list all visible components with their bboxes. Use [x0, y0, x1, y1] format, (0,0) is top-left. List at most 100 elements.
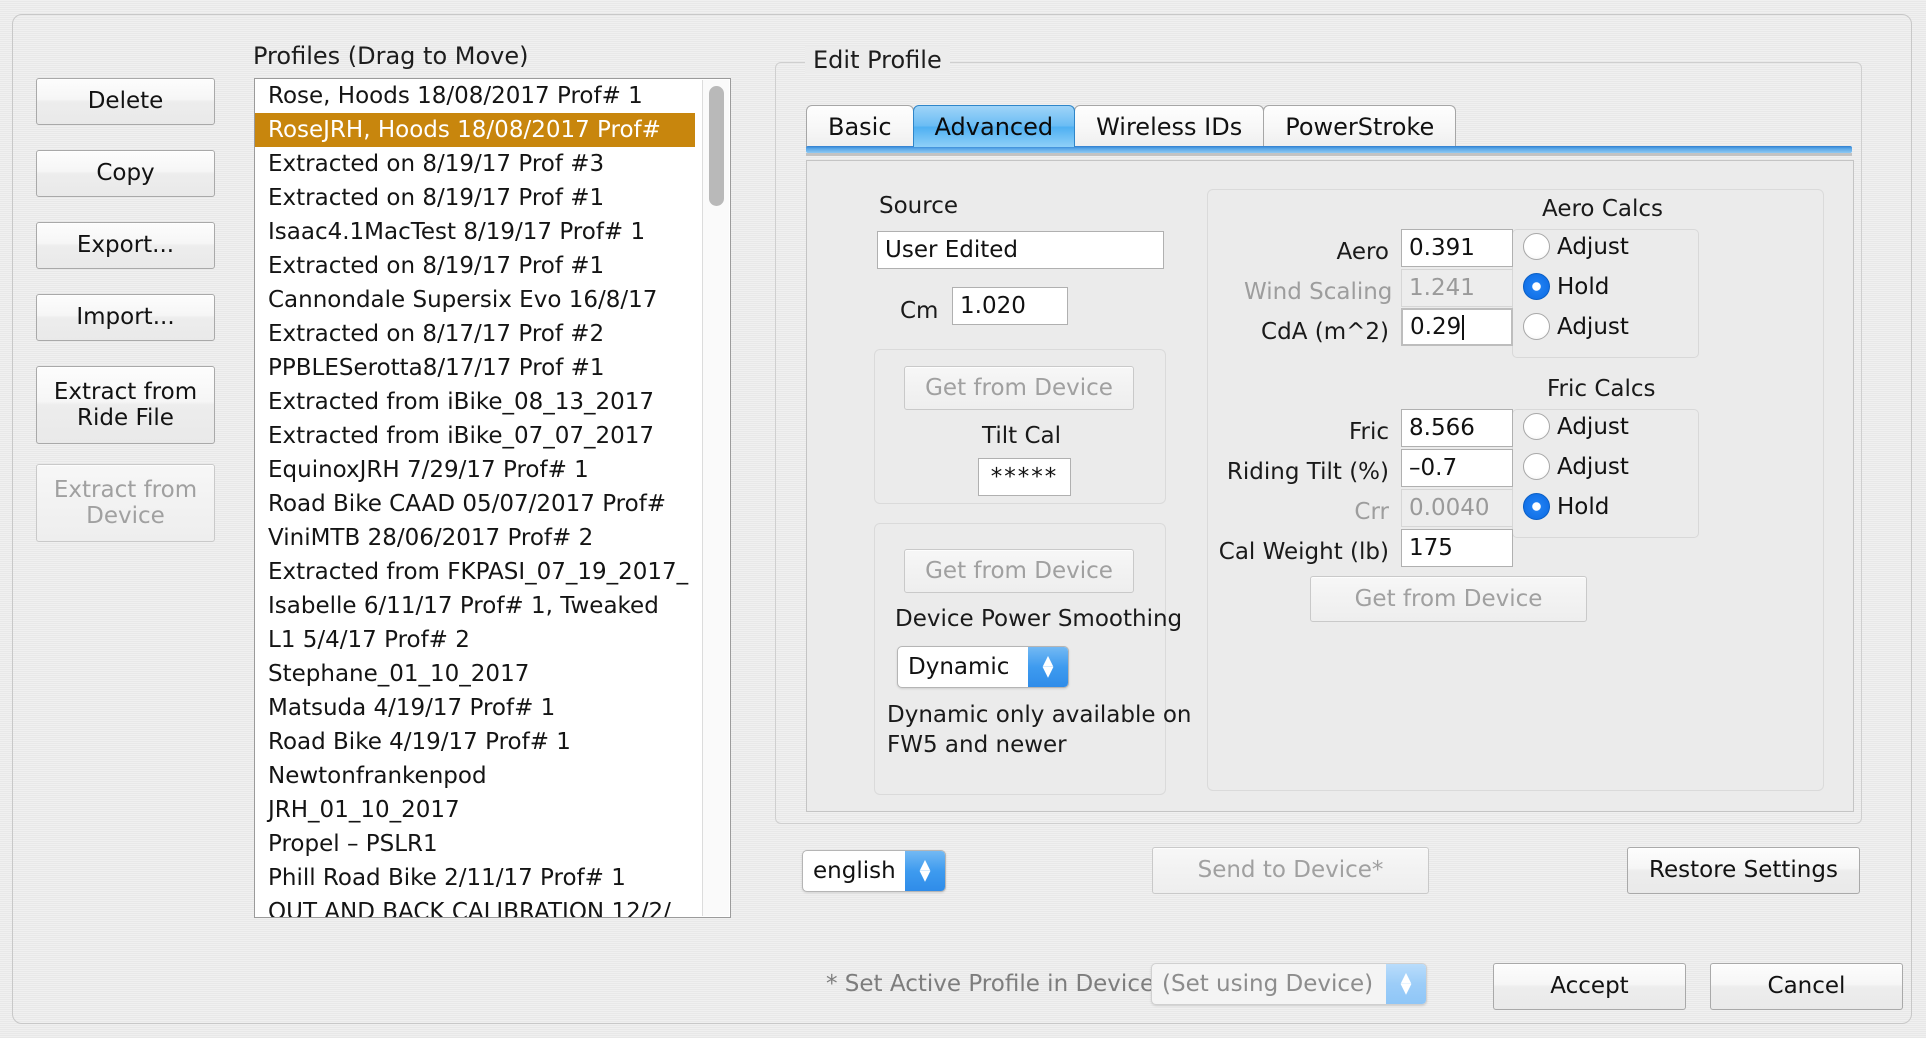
cancel-button[interactable]: Cancel — [1710, 963, 1903, 1010]
radio-selected-icon — [1523, 273, 1550, 300]
tab-advanced-label: Advanced — [935, 113, 1054, 141]
extract-from-ride-file-button[interactable]: Extract from Ride File — [36, 366, 215, 444]
import-button[interactable]: Import... — [36, 294, 215, 341]
fric-field[interactable]: 8.566 — [1401, 409, 1513, 447]
profile-list-item[interactable]: Newtonfrankenpod — [255, 759, 695, 793]
cda-mode-adjust-radio[interactable]: Adjust — [1523, 313, 1629, 340]
fric-mode-adjust-radio[interactable]: Adjust — [1523, 413, 1629, 440]
profile-list-item[interactable]: RoseJRH, Hoods 18/08/2017 Prof# — [255, 113, 695, 147]
smoothing-note-line1: Dynamic only available on — [887, 701, 1191, 730]
profile-list-item[interactable]: Extracted from iBike_08_13_2017 — [255, 385, 695, 419]
profile-list-item[interactable]: Isabelle 6/11/17 Prof# 1, Tweaked — [255, 589, 695, 623]
aero-mode-adjust-radio[interactable]: Adjust — [1523, 233, 1629, 260]
cda-mode-adjust-label: Adjust — [1557, 314, 1629, 340]
aero-field-value: 0.391 — [1409, 235, 1475, 261]
device-power-smoothing-select[interactable]: Dynamic ▲▼ — [897, 646, 1069, 688]
cm-field[interactable]: 1.020 — [952, 287, 1068, 325]
restore-settings-button[interactable]: Restore Settings — [1627, 847, 1860, 894]
tab-panel-divider — [806, 153, 1852, 156]
profile-list-item[interactable]: L1 5/4/17 Prof# 2 — [255, 623, 695, 657]
delete-button[interactable]: Delete — [36, 78, 215, 125]
chevron-updown-icon: ▲▼ — [905, 851, 945, 891]
profile-list-item[interactable]: Extracted from FKPASI_07_19_2017_ — [255, 555, 695, 589]
profiles-scrollbar-thumb[interactable] — [709, 86, 724, 206]
cda-field[interactable]: 0.29 — [1401, 308, 1513, 346]
smoothing-get-from-device-label: Get from Device — [925, 558, 1113, 584]
profile-list-item[interactable]: JRH_01_10_2017 — [255, 793, 695, 827]
export-button-label: Export... — [77, 232, 174, 258]
source-field-value: User Edited — [885, 237, 1018, 263]
aero-label: Aero — [1244, 239, 1389, 265]
aero-mode-hold-radio[interactable]: Hold — [1523, 273, 1609, 300]
fric-get-from-device-label: Get from Device — [1355, 586, 1543, 612]
profiles-scrollbar[interactable] — [702, 80, 729, 916]
export-button[interactable]: Export... — [36, 222, 215, 269]
tab-powerstroke-label: PowerStroke — [1285, 113, 1434, 141]
fric-label: Fric — [1244, 419, 1389, 445]
tilt-cal-label: Tilt Cal — [982, 423, 1061, 449]
tab-powerstroke[interactable]: PowerStroke — [1263, 105, 1456, 147]
cal-weight-field[interactable]: 175 — [1401, 529, 1513, 567]
profiles-listbox[interactable]: Rose, Hoods 18/08/2017 Prof# 1RoseJRH, H… — [254, 78, 731, 918]
copy-button[interactable]: Copy — [36, 150, 215, 197]
riding-tilt-label: Riding Tilt (%) — [1197, 459, 1389, 485]
profile-list-item[interactable]: Matsuda 4/19/17 Prof# 1 — [255, 691, 695, 725]
tab-basic[interactable]: Basic — [806, 105, 914, 147]
aero-mode-hold-label: Hold — [1557, 274, 1609, 300]
tilt-get-from-device-button[interactable]: Get from Device — [904, 366, 1134, 410]
profile-list-item[interactable]: Extracted on 8/19/17 Prof #1 — [255, 249, 695, 283]
tab-wireless-ids[interactable]: Wireless IDs — [1074, 105, 1264, 147]
profile-list-item[interactable]: Road Bike CAAD 05/07/2017 Prof# — [255, 487, 695, 521]
profile-list-item[interactable]: OUT AND BACK CALIBRATION 12/2/ — [255, 895, 695, 918]
units-select[interactable]: english ▲▼ — [802, 850, 946, 892]
copy-button-label: Copy — [96, 160, 154, 186]
tilt-get-from-device-label: Get from Device — [925, 375, 1113, 401]
fric-mode-hold-label: Hold — [1557, 494, 1609, 520]
fric-get-from-device-button[interactable]: Get from Device — [1310, 576, 1587, 622]
crr-field: 0.0040 — [1401, 489, 1513, 527]
chevron-updown-icon: ▲▼ — [1028, 647, 1068, 687]
profile-list-item[interactable]: Extracted from iBike_07_07_2017 — [255, 419, 695, 453]
profile-list-item[interactable]: Stephane_01_10_2017 — [255, 657, 695, 691]
riding-tilt-field[interactable]: –0.7 — [1401, 449, 1513, 487]
profile-list-item[interactable]: PPBLESerotta8/17/17 Prof #1 — [255, 351, 695, 385]
profile-list-item[interactable]: Isaac4.1MacTest 8/19/17 Prof# 1 — [255, 215, 695, 249]
fric-calcs-title: Fric Calcs — [1547, 376, 1656, 402]
profile-list-item[interactable]: ViniMTB 28/06/2017 Prof# 2 — [255, 521, 695, 555]
restore-settings-label: Restore Settings — [1649, 857, 1838, 883]
active-profile-select[interactable]: (Set using Device) ▲▼ — [1151, 963, 1427, 1005]
radio-icon — [1523, 233, 1550, 260]
tab-wireless-ids-label: Wireless IDs — [1096, 113, 1242, 141]
profile-list-item[interactable]: Extracted on 8/17/17 Prof #2 — [255, 317, 695, 351]
profile-list-item[interactable]: Cannondale Supersix Evo 16/8/17 — [255, 283, 695, 317]
accept-button[interactable]: Accept — [1493, 963, 1686, 1010]
cda-field-value: 0.29 — [1410, 314, 1461, 340]
send-to-device-button[interactable]: Send to Device* — [1152, 847, 1429, 894]
advanced-tab-panel: Source User Edited Cm 1.020 Get from Dev… — [806, 160, 1854, 812]
text-caret — [1462, 315, 1464, 340]
tab-advanced[interactable]: Advanced — [913, 105, 1076, 147]
profile-list-item[interactable]: Rose, Hoods 18/08/2017 Prof# 1 — [255, 79, 695, 113]
crr-field-value: 0.0040 — [1409, 495, 1489, 521]
profile-list-item[interactable]: Extracted on 8/19/17 Prof #3 — [255, 147, 695, 181]
extract-from-device-button[interactable]: Extract from Device — [36, 464, 215, 542]
import-button-label: Import... — [76, 304, 174, 330]
profile-list-item[interactable]: Road Bike 4/19/17 Prof# 1 — [255, 725, 695, 759]
tilt-cal-field[interactable]: ***** — [978, 458, 1071, 496]
profile-list-item[interactable]: Propel – PSLR1 — [255, 827, 695, 861]
profile-list-item[interactable]: EquinoxJRH 7/29/17 Prof# 1 — [255, 453, 695, 487]
profile-list-item[interactable]: Phill Road Bike 2/11/17 Prof# 1 — [255, 861, 695, 895]
tab-basic-label: Basic — [828, 113, 892, 141]
riding-tilt-mode-adjust-radio[interactable]: Adjust — [1523, 453, 1629, 480]
chevron-updown-icon: ▲▼ — [1386, 964, 1426, 1004]
fric-mode-hold-radio[interactable]: Hold — [1523, 493, 1609, 520]
fric-field-value: 8.566 — [1409, 415, 1475, 441]
profiles-list-items: Rose, Hoods 18/08/2017 Prof# 1RoseJRH, H… — [255, 79, 695, 918]
aero-field[interactable]: 0.391 — [1401, 229, 1513, 267]
profile-list-item[interactable]: Extracted on 8/19/17 Prof #1 — [255, 181, 695, 215]
source-field[interactable]: User Edited — [877, 231, 1164, 269]
aero-mode-adjust-label: Adjust — [1557, 234, 1629, 260]
extract-from-ride-file-label: Extract from Ride File — [37, 379, 214, 432]
cal-weight-label: Cal Weight (lb) — [1192, 539, 1389, 565]
smoothing-get-from-device-button[interactable]: Get from Device — [904, 549, 1134, 593]
